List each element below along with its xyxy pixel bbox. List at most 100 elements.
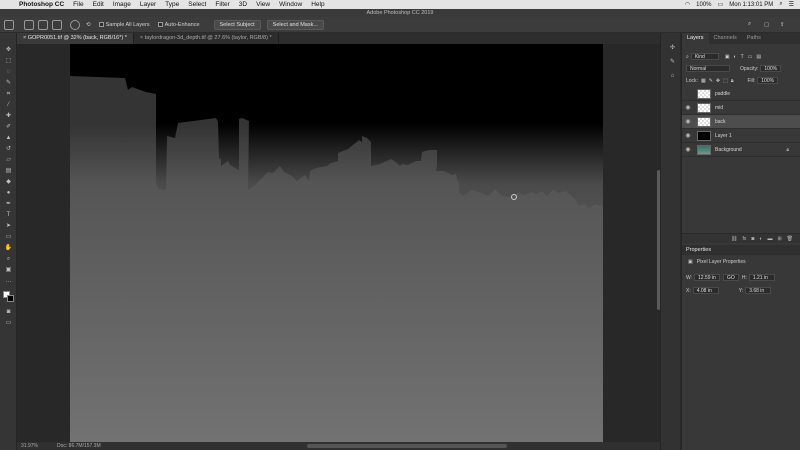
brush-angle-icon[interactable]: ⟲ (86, 22, 91, 28)
layer-row-mid[interactable]: ◉ mid (682, 101, 800, 115)
width-field[interactable]: 12.59 in (694, 274, 721, 281)
eye-icon[interactable]: ◉ (682, 104, 694, 111)
quick-select-tool-icon[interactable]: ✎ (4, 80, 13, 86)
libraries-icon[interactable]: ⌂ (668, 73, 677, 79)
new-group-icon[interactable]: ▬ (767, 236, 772, 242)
sample-all-layers[interactable]: Sample All Layers (98, 21, 150, 28)
lock-position-icon[interactable]: ✥ (716, 78, 720, 84)
tab-close-icon[interactable]: × (140, 35, 143, 41)
blend-mode-select[interactable]: Normal (686, 65, 730, 72)
more-tools-icon[interactable]: … (4, 278, 13, 284)
subtract-selection-icon[interactable] (52, 19, 62, 30)
layer-row-paddle[interactable]: paddle (682, 87, 800, 101)
menu-help[interactable]: Help (311, 1, 324, 8)
eye-icon[interactable]: ◉ (682, 132, 694, 139)
healing-tool-icon[interactable]: ✚ (4, 113, 13, 119)
search-icon[interactable]: ⌕ (748, 21, 751, 28)
pen-tool-icon[interactable]: ✒ (4, 201, 13, 207)
link-layers-icon[interactable]: ⛓ (731, 236, 737, 242)
workspace-icon[interactable]: ▢ (764, 22, 769, 28)
menu-edit[interactable]: Edit (93, 1, 104, 8)
opacity-field[interactable]: 100% (760, 65, 782, 72)
eraser-tool-icon[interactable]: ▱ (4, 157, 13, 163)
move-tool-icon[interactable]: ✥ (4, 47, 13, 53)
brush-size-icon[interactable] (70, 19, 80, 30)
menu-filter[interactable]: Filter (215, 1, 229, 8)
dodge-tool-icon[interactable]: ● (4, 190, 13, 196)
menu-3d[interactable]: 3D (239, 1, 247, 8)
properties-icon[interactable]: ✣ (668, 45, 677, 51)
menu-view[interactable]: View (256, 1, 270, 8)
screen-mode-icon[interactable]: ▭ (4, 320, 13, 326)
tab-close-icon[interactable]: × (23, 35, 26, 41)
filter-shape-icon[interactable]: ▭ (748, 54, 753, 60)
gradient-tool-icon[interactable]: ▤ (4, 168, 13, 174)
tab-paths[interactable]: Paths (742, 33, 766, 44)
tab-channels[interactable]: Channels (709, 33, 742, 44)
add-selection-icon[interactable] (38, 19, 48, 30)
eye-icon[interactable]: ◉ (682, 146, 694, 153)
lock-transparent-icon[interactable]: ▦ (701, 78, 706, 84)
adjustment-layer-icon[interactable]: ◐ (759, 236, 762, 242)
menu-list-icon[interactable]: ☰ (789, 1, 794, 8)
share-icon[interactable]: ⇪ (780, 22, 785, 28)
tab-gopr0051[interactable]: × GOPR0051.tif @ 32% (back, RGB/16*) * (17, 33, 134, 44)
search-icon[interactable]: ⌕ (779, 1, 782, 8)
lock-icon[interactable]: 🔒︎ (786, 147, 789, 153)
background-color-swatch[interactable] (7, 295, 14, 302)
filter-pixel-icon[interactable]: ▣ (725, 54, 730, 60)
add-mask-icon[interactable]: ◙ (751, 236, 754, 242)
blur-tool-icon[interactable]: ◆ (4, 179, 13, 185)
stamp-tool-icon[interactable]: ▲ (4, 135, 13, 141)
menu-app-name[interactable]: Photoshop CC (19, 1, 64, 8)
menu-layer[interactable]: Layer (140, 1, 156, 8)
quick-mask-icon[interactable]: ◙ (4, 309, 13, 315)
lasso-tool-icon[interactable]: ◌ (4, 69, 13, 75)
filter-type-icon[interactable]: T (741, 54, 744, 60)
tab-layers[interactable]: Layers (682, 33, 709, 44)
filter-smart-icon[interactable]: ▤ (756, 54, 761, 60)
auto-enhance[interactable]: Auto-Enhance (157, 21, 200, 28)
layer-row-background[interactable]: ◉ Background 🔒︎ (682, 143, 800, 157)
layer-style-icon[interactable]: fx (742, 236, 746, 242)
wifi-icon[interactable]: ◠ (685, 1, 690, 8)
battery-icon[interactable]: ▭ (718, 1, 724, 8)
x-field[interactable]: 4.08 in (692, 287, 719, 294)
brush-settings-icon[interactable]: ✎ (668, 59, 677, 65)
select-and-mask-button[interactable]: Select and Mask... (266, 19, 324, 30)
rectangle-tool-icon[interactable]: ▭ (4, 234, 13, 240)
auto-enhance-checkbox[interactable] (157, 21, 163, 27)
menu-type[interactable]: Type (165, 1, 179, 8)
link-dimensions-button[interactable]: GO (723, 274, 739, 281)
lock-artboard-icon[interactable]: ⬚ (723, 78, 728, 84)
document-canvas[interactable] (70, 44, 603, 442)
doc-size[interactable]: Doc: 86.7M/157.3M (57, 442, 101, 450)
hand-tool-icon[interactable]: ✋ (4, 245, 13, 251)
zoom-tool-icon[interactable]: ⌕ (4, 256, 13, 262)
zoom-level[interactable]: 31.97% (21, 442, 38, 450)
frame-tool-icon[interactable]: ▣ (4, 267, 13, 273)
layer-row-layer-1[interactable]: ◉ Layer 1 (682, 129, 800, 143)
lock-all-icon[interactable]: 🔒︎ (731, 78, 734, 84)
menu-select[interactable]: Select (188, 1, 206, 8)
eyedropper-tool-icon[interactable]: ⁄ (4, 102, 13, 108)
delete-layer-icon[interactable]: 🗑︎ (787, 236, 793, 242)
type-tool-icon[interactable]: T (4, 212, 13, 218)
brush-tool-icon[interactable]: ✐ (4, 124, 13, 130)
marquee-tool-icon[interactable]: ⬚ (4, 58, 13, 64)
crop-tool-icon[interactable]: ⌗ (4, 91, 13, 97)
path-select-tool-icon[interactable]: ➤ (4, 223, 13, 229)
layer-row-back[interactable]: ◉ back (682, 115, 800, 129)
height-field[interactable]: 1.21 in (748, 274, 775, 281)
sample-all-layers-checkbox[interactable] (98, 21, 104, 27)
menu-window[interactable]: Window (279, 1, 302, 8)
history-brush-icon[interactable]: ↺ (4, 146, 13, 152)
menu-image[interactable]: Image (113, 1, 131, 8)
lock-pixels-icon[interactable]: ✎ (709, 78, 713, 84)
quick-selection-tool-icon[interactable] (4, 19, 14, 30)
fill-field[interactable]: 100% (757, 77, 779, 84)
filter-adjustment-icon[interactable]: ◐ (734, 54, 737, 60)
menu-file[interactable]: File (73, 1, 83, 8)
new-layer-icon[interactable]: ⊞ (777, 236, 781, 242)
y-field[interactable]: 3.68 in (745, 287, 772, 294)
